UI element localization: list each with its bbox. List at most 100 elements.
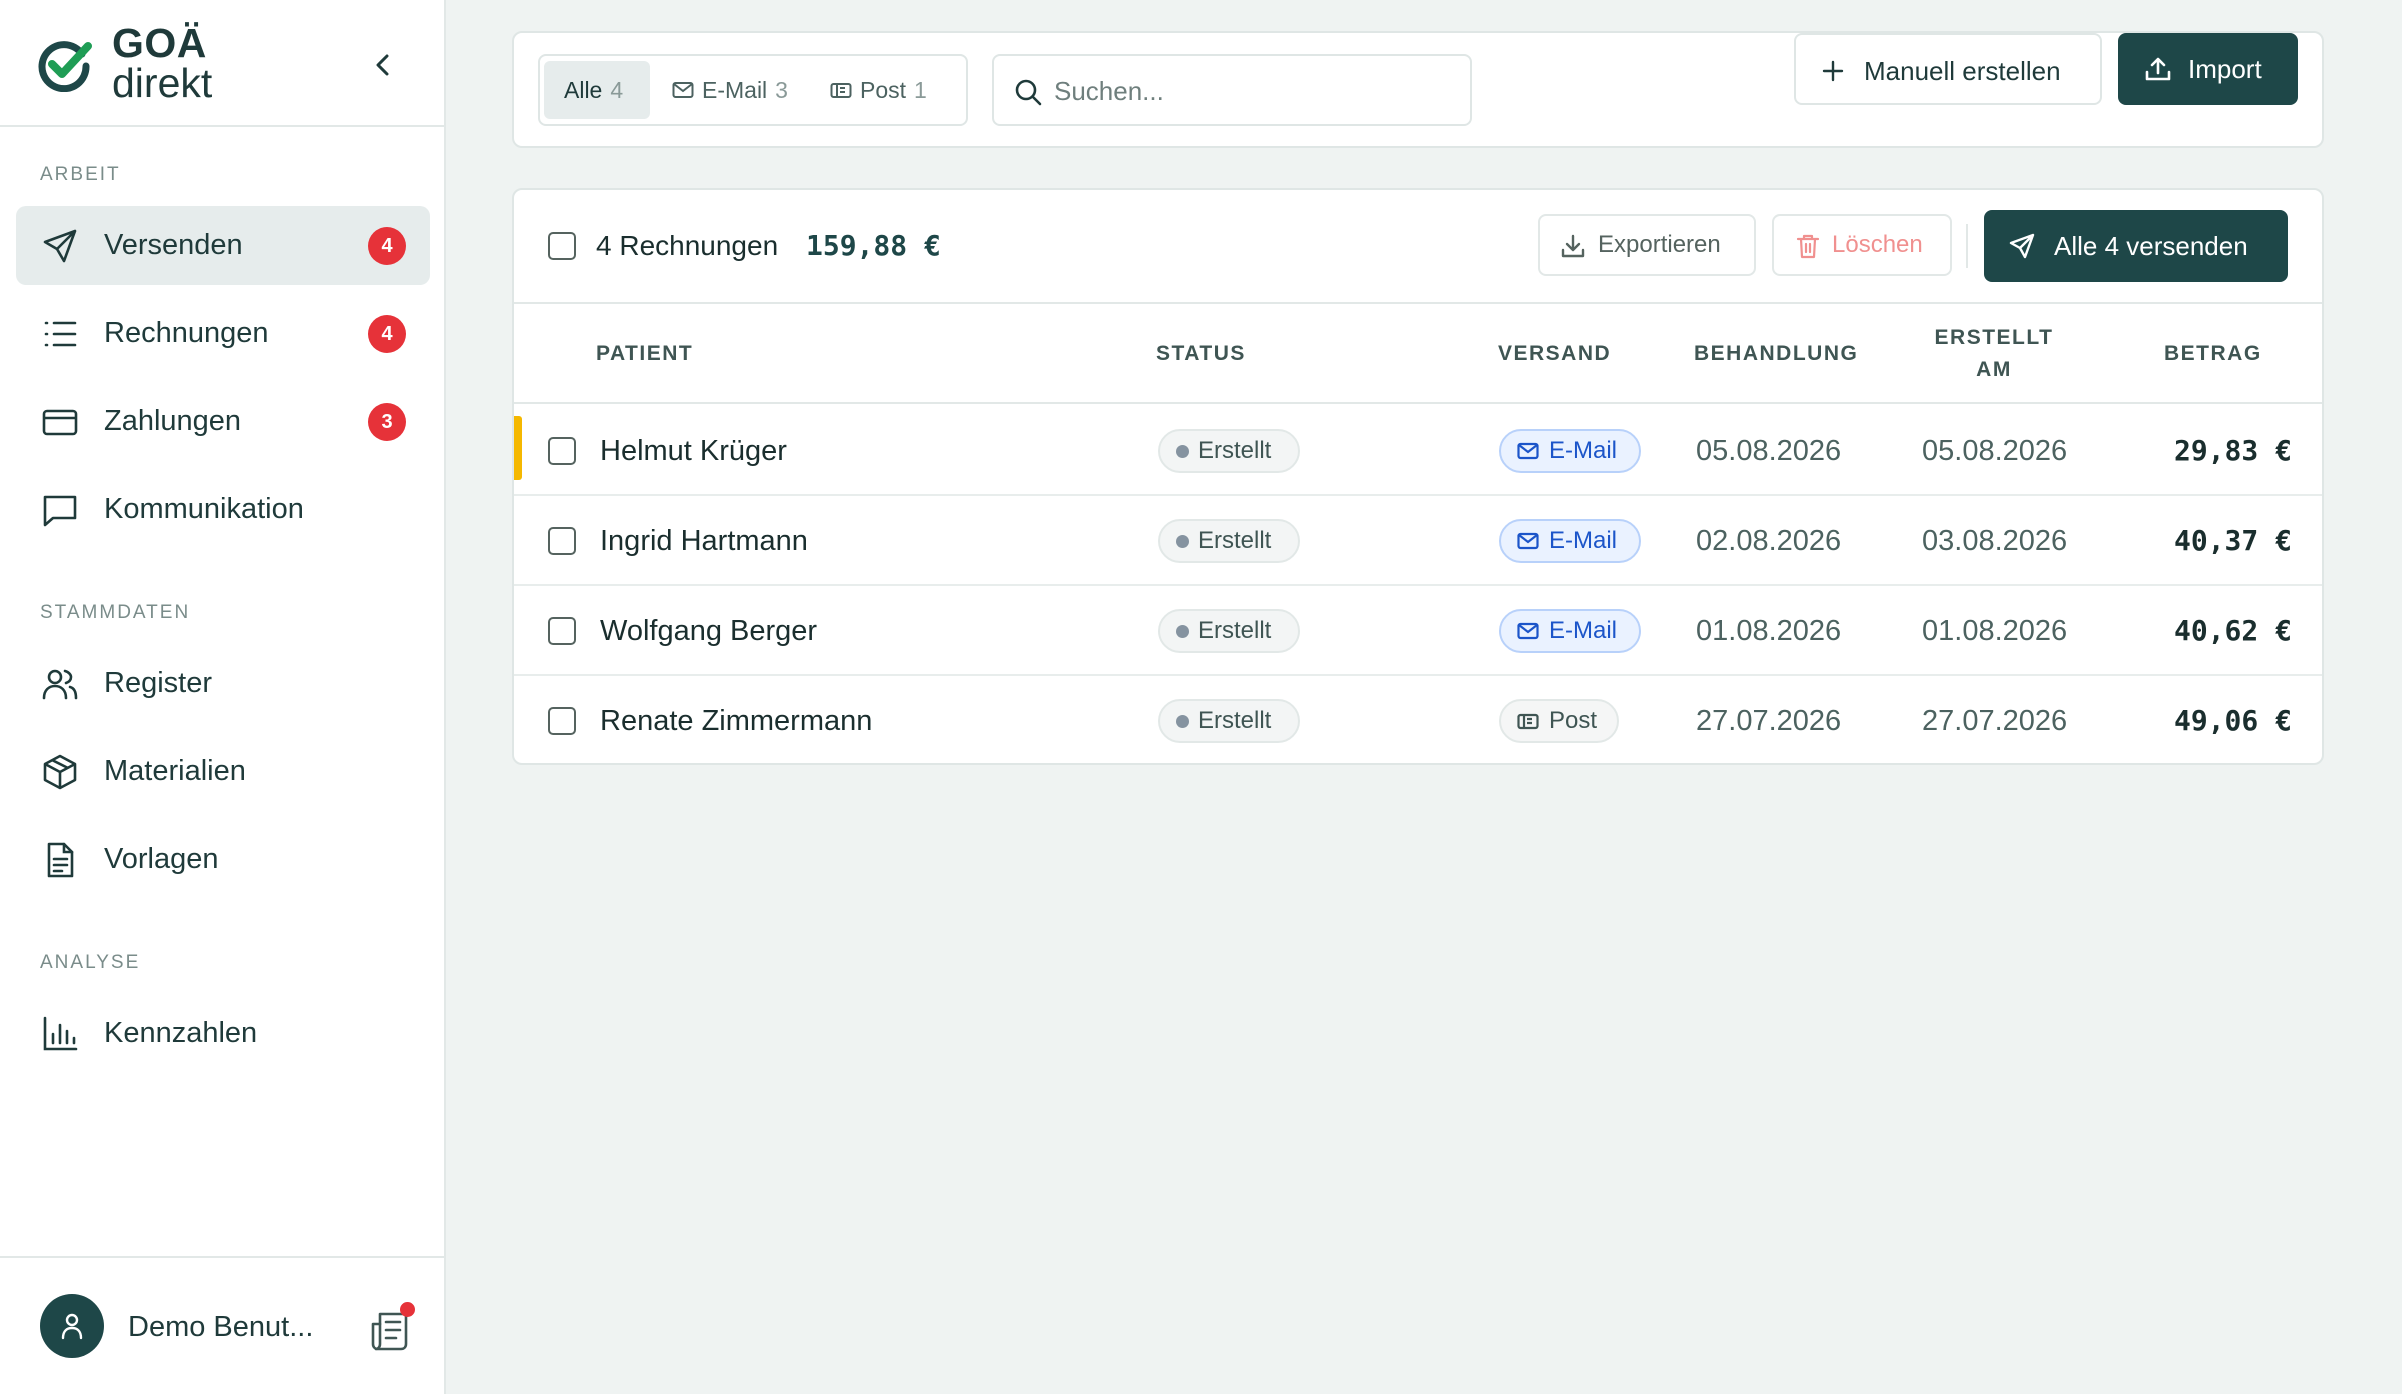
status-badge: Erstellt xyxy=(1158,429,1300,473)
sidebar-item-label: Rechnungen xyxy=(104,317,269,349)
row-checkbox[interactable] xyxy=(548,617,576,645)
logo-check-icon xyxy=(38,41,92,92)
post-icon xyxy=(830,82,852,98)
search-input[interactable] xyxy=(1054,66,1454,116)
delivery-badge-email: E-Mail xyxy=(1499,429,1641,473)
filter-tab-post[interactable]: Post 1 xyxy=(816,61,956,119)
sidebar-item-rechnungen[interactable]: Rechnungen 4 xyxy=(16,294,430,373)
row-checkbox[interactable] xyxy=(548,527,576,555)
invoice-count: 4 Rechnungen xyxy=(596,230,779,261)
collapse-sidebar-chevron-left-icon[interactable] xyxy=(366,48,400,82)
table-action-bar: 4 Rechnungen 159,88 € Exportieren Lösche… xyxy=(514,190,2322,304)
table-row[interactable]: Ingrid Hartmann Erstellt E-Mail 02.08.20… xyxy=(514,496,2322,586)
column-header-behandlung[interactable]: BEHANDLUNG xyxy=(1694,304,1858,404)
delete-button[interactable]: Löschen xyxy=(1772,214,1952,276)
column-header-patient[interactable]: PATIENT xyxy=(596,304,693,404)
notification-dot xyxy=(400,1302,415,1317)
created-date: 03.08.2026 xyxy=(1922,525,2068,557)
export-button[interactable]: Exportieren xyxy=(1538,214,1756,276)
status-dot xyxy=(1176,535,1189,548)
sidebar-item-kennzahlen[interactable]: Kennzahlen xyxy=(16,994,430,1073)
patient-name[interactable]: Renate Zimmermann xyxy=(600,676,872,763)
amount: 29,83 € xyxy=(2173,434,2292,467)
nav-section-title: ANALYSE xyxy=(40,952,141,973)
row-checkbox[interactable] xyxy=(548,707,576,735)
nav-section-title: ARBEIT xyxy=(40,164,121,185)
message-icon xyxy=(43,495,77,527)
import-button[interactable]: Import xyxy=(2118,33,2298,105)
status-label: Erstellt xyxy=(1198,617,1272,644)
patient-name[interactable]: Ingrid Hartmann xyxy=(600,496,808,586)
button-label: Manuell erstellen xyxy=(1864,56,2061,86)
search-icon xyxy=(1015,79,1042,106)
row-checkbox[interactable] xyxy=(548,437,576,465)
send-all-button[interactable]: Alle 4 versenden xyxy=(1984,210,2288,282)
search-field xyxy=(992,54,1472,126)
bar-chart-icon xyxy=(43,1016,78,1051)
filter-count: 3 xyxy=(775,77,788,103)
filter-tab-alle[interactable]: Alle 4 xyxy=(544,61,650,119)
sidebar-item-register[interactable]: Register xyxy=(16,644,430,723)
trash-icon xyxy=(1796,234,1820,259)
table-body: Helmut Krüger Erstellt E-Mail 05.08.2026… xyxy=(514,406,2322,763)
delivery-label: Post xyxy=(1549,707,1598,734)
avatar[interactable] xyxy=(40,1294,104,1358)
filter-tab-email[interactable]: E-Mail 3 xyxy=(658,61,806,119)
column-header-erstellt-am[interactable]: ERSTELLT AM xyxy=(1930,322,2058,386)
amount: 40,62 € xyxy=(2173,614,2292,647)
button-label: Import xyxy=(2188,54,2262,84)
column-header-versand[interactable]: VERSAND xyxy=(1498,304,1611,404)
table-row[interactable]: Renate Zimmermann Erstellt Post 27.07.20… xyxy=(514,676,2322,763)
invoice-table-card: 4 Rechnungen 159,88 € Exportieren Lösche… xyxy=(512,188,2324,765)
sidebar-item-label: Kennzahlen xyxy=(104,1017,258,1049)
button-label: Exportieren xyxy=(1598,231,1721,258)
sidebar-item-versenden[interactable]: Versenden 4 xyxy=(16,206,430,285)
treatment-date: 01.08.2026 xyxy=(1696,615,1842,647)
status-badge: Erstellt xyxy=(1158,519,1300,563)
select-all-checkbox[interactable] xyxy=(548,232,576,260)
table-row[interactable]: Helmut Krüger Erstellt E-Mail 05.08.2026… xyxy=(514,406,2322,496)
column-header-line: AM xyxy=(1976,358,2012,381)
mail-icon xyxy=(1517,442,1539,460)
treatment-date: 02.08.2026 xyxy=(1696,525,1842,557)
column-header-betrag[interactable]: BETRAG xyxy=(2164,304,2262,404)
credit-card-icon xyxy=(42,409,78,436)
filter-label: Alle xyxy=(564,77,603,103)
status-badge: Erstellt xyxy=(1158,699,1300,743)
sidebar-item-zahlungen[interactable]: Zahlungen 3 xyxy=(16,382,430,461)
treatment-date: 05.08.2026 xyxy=(1696,435,1842,467)
filter-label: E-Mail xyxy=(702,77,768,103)
status-label: Erstellt xyxy=(1198,707,1272,734)
column-header-line: ERSTELLT xyxy=(1934,326,2054,349)
delivery-label: E-Mail xyxy=(1549,437,1618,464)
treatment-date: 27.07.2026 xyxy=(1696,705,1842,737)
patient-name[interactable]: Wolfgang Berger xyxy=(600,586,817,676)
status-dot xyxy=(1176,625,1189,638)
sidebar-item-label: Register xyxy=(104,667,212,699)
sidebar-item-label: Zahlungen xyxy=(104,405,242,437)
toolbar: Alle 4 E-Mail 3 Post 1 Suchen... Manuell… xyxy=(512,31,2324,148)
delivery-label: E-Mail xyxy=(1549,617,1618,644)
user-name[interactable]: Demo Benut... xyxy=(128,1258,313,1394)
sidebar-item-kommunikation[interactable]: Kommunikation xyxy=(16,470,430,549)
logo-text-secondary: direkt xyxy=(112,60,213,106)
column-header-status[interactable]: STATUS xyxy=(1156,304,1246,404)
sidebar-item-materialien[interactable]: Materialien xyxy=(16,732,430,811)
mail-icon xyxy=(1517,532,1539,550)
users-icon xyxy=(42,669,78,700)
delivery-badge-email: E-Mail xyxy=(1499,609,1641,653)
table-row[interactable]: Wolfgang Berger Erstellt E-Mail 01.08.20… xyxy=(514,586,2322,676)
status-label: Erstellt xyxy=(1198,437,1272,464)
package-icon xyxy=(43,754,77,790)
logo-bar: GOÄ direkt xyxy=(0,0,446,127)
list-icon xyxy=(44,321,77,347)
button-label: Löschen xyxy=(1832,231,1923,258)
sidebar: GOÄ direkt ARBEIT Versenden 4 Rechnungen… xyxy=(0,0,446,1394)
user-icon xyxy=(61,1313,83,1340)
send-icon xyxy=(43,229,77,263)
patient-name[interactable]: Helmut Krüger xyxy=(600,406,787,496)
manual-create-button[interactable]: Manuell erstellen xyxy=(1794,33,2102,105)
sidebar-item-vorlagen[interactable]: Vorlagen xyxy=(16,820,430,899)
plus-icon xyxy=(1822,60,1844,82)
count-badge: 3 xyxy=(368,403,406,441)
